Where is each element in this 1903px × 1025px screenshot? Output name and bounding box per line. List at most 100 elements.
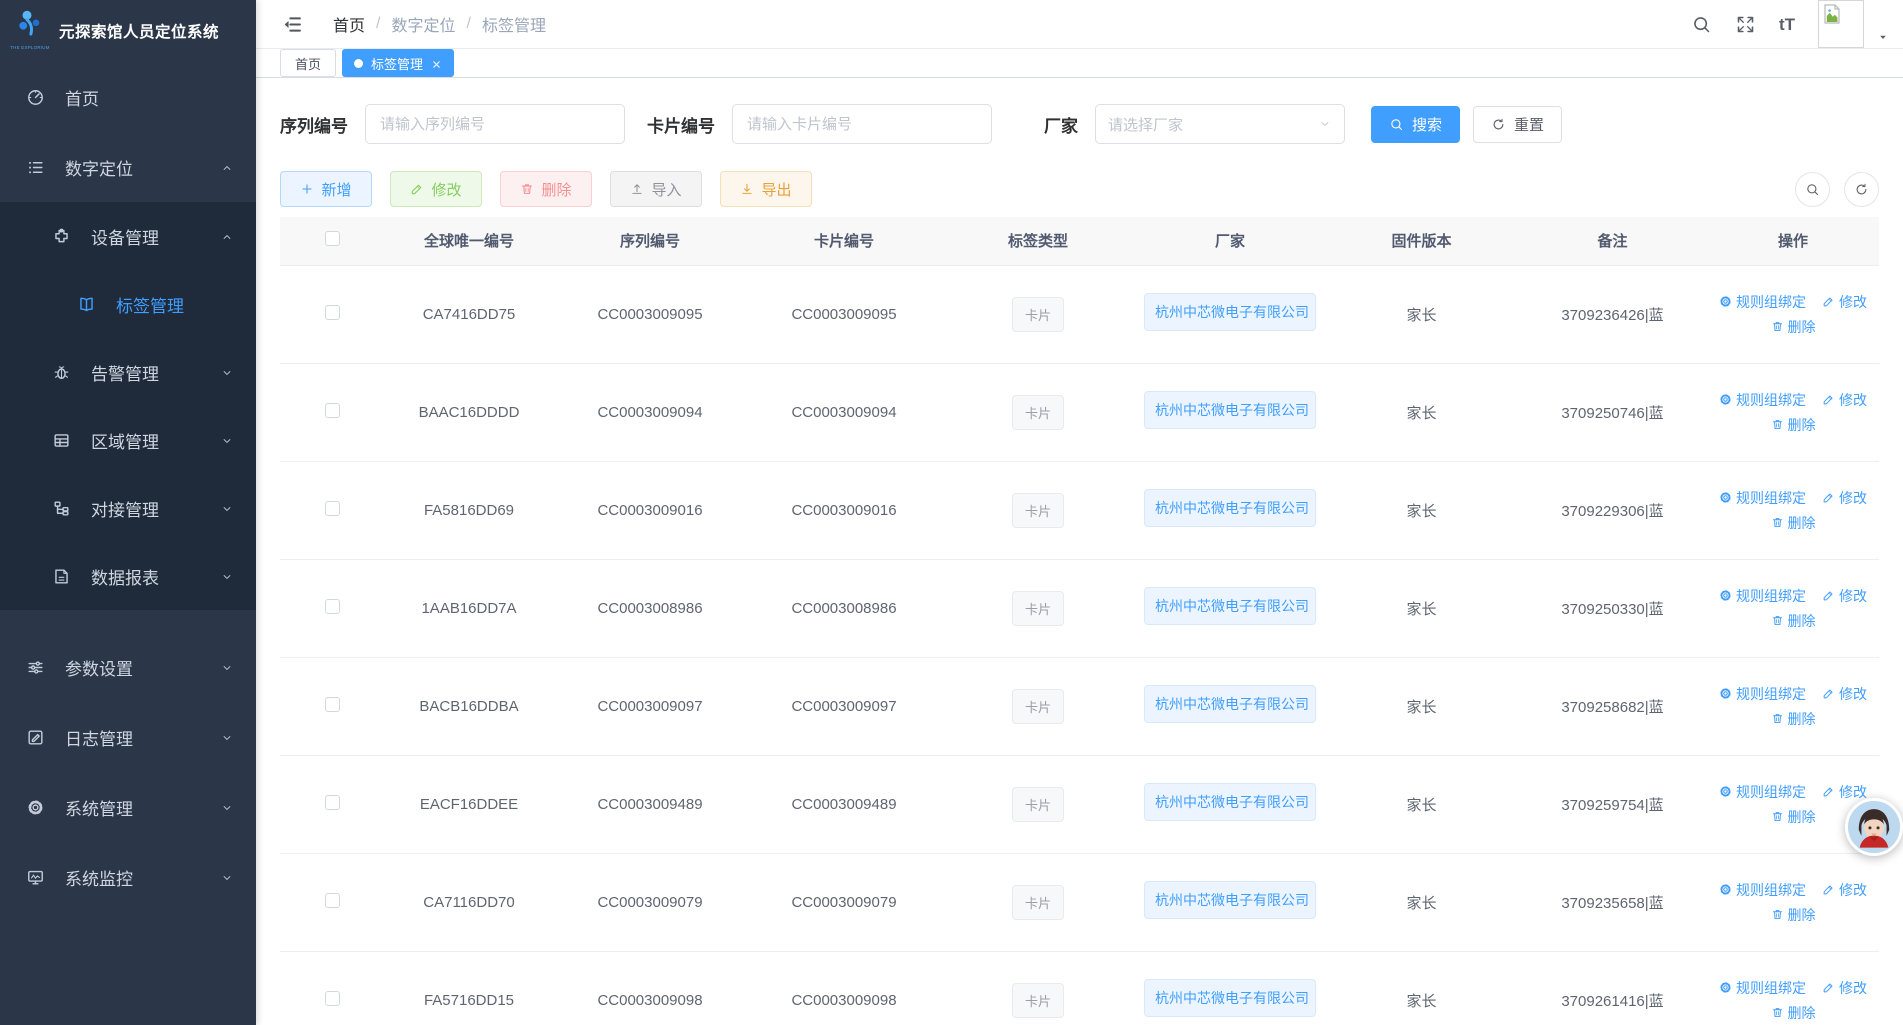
row-delete-link[interactable]: 删除 (1771, 513, 1816, 533)
user-avatar[interactable] (1818, 0, 1864, 48)
row-actions: 规则组绑定修改删除 (1707, 488, 1879, 533)
cell-serial: CC0003008986 (553, 559, 747, 657)
rule-icon (1719, 785, 1732, 798)
sidebar-item-data-report[interactable]: 数据报表 (0, 542, 256, 610)
table-row: EACF16DDEECC0003009489CC0003009489卡片杭州中芯… (280, 755, 1879, 853)
rule-group-bind-link[interactable]: 规则组绑定 (1719, 586, 1806, 606)
tab-close-icon[interactable] (431, 58, 442, 69)
serial-input[interactable] (365, 104, 625, 144)
row-delete-link[interactable]: 删除 (1771, 415, 1816, 435)
row-delete-link[interactable]: 删除 (1771, 709, 1816, 729)
export-button[interactable]: 导出 (720, 171, 812, 207)
sidebar-item-home[interactable]: 首页 (0, 62, 256, 132)
sidebar-item-label: 数字定位 (65, 155, 133, 180)
row-checkbox[interactable] (325, 501, 340, 516)
assistant-avatar-widget[interactable] (1845, 798, 1903, 856)
tab-tag-management[interactable]: 标签管理 (342, 49, 454, 77)
row-delete-link[interactable]: 删除 (1771, 317, 1816, 337)
edit-button[interactable]: 修改 (390, 171, 482, 207)
sidebar-item-device-management[interactable]: 设备管理 (0, 202, 256, 270)
row-edit-link[interactable]: 修改 (1822, 978, 1867, 998)
sidebar-item-digital-positioning[interactable]: 数字定位 (0, 132, 256, 202)
row-edit-link[interactable]: 修改 (1822, 880, 1867, 900)
row-checkbox[interactable] (325, 697, 340, 712)
row-checkbox[interactable] (325, 305, 340, 320)
sidebar-item-docking-management[interactable]: 对接管理 (0, 474, 256, 542)
vendor-link[interactable]: 杭州中芯微电子有限公司 (1144, 783, 1316, 821)
sidebar-item-tag-management[interactable]: 标签管理 (0, 270, 256, 338)
sidebar-item-system-monitor[interactable]: 系统监控 (0, 842, 256, 912)
tag-type-badge: 卡片 (1012, 983, 1064, 1018)
row-delete-link[interactable]: 删除 (1771, 1003, 1816, 1023)
tag-type-badge: 卡片 (1012, 787, 1064, 822)
vendor-link[interactable]: 杭州中芯微电子有限公司 (1144, 979, 1316, 1017)
row-edit-link[interactable]: 修改 (1822, 292, 1867, 312)
row-delete-link[interactable]: 删除 (1771, 905, 1816, 925)
user-menu-caret-icon[interactable] (1877, 30, 1889, 42)
vendor-link[interactable]: 杭州中芯微电子有限公司 (1144, 489, 1316, 527)
fullscreen-button[interactable] (1735, 14, 1756, 35)
row-delete-link[interactable]: 删除 (1771, 611, 1816, 631)
row-checkbox[interactable] (325, 893, 340, 908)
vendor-link[interactable]: 杭州中芯微电子有限公司 (1144, 293, 1316, 331)
row-edit-link[interactable]: 修改 (1822, 586, 1867, 606)
rule-group-bind-link[interactable]: 规则组绑定 (1719, 488, 1806, 508)
table-refresh-button[interactable] (1844, 172, 1879, 207)
sidebar-item-alarm-management[interactable]: 告警管理 (0, 338, 256, 406)
list-icon (26, 158, 45, 177)
tag-type-badge: 卡片 (1012, 493, 1064, 528)
breadcrumb: 首页/数字定位/标签管理 (333, 12, 546, 36)
trash-icon (1771, 712, 1784, 725)
add-button[interactable]: 新增 (280, 171, 372, 207)
select-all-checkbox[interactable] (325, 231, 340, 246)
rule-group-bind-link[interactable]: 规则组绑定 (1719, 684, 1806, 704)
sidebar-collapse-toggle[interactable] (282, 14, 303, 35)
cell-remark: 3709250746|蓝 (1518, 363, 1707, 461)
row-edit-link[interactable]: 修改 (1822, 782, 1867, 802)
rule-group-bind-link[interactable]: 规则组绑定 (1719, 880, 1806, 900)
cell-firmware: 家长 (1325, 755, 1518, 853)
tab-home[interactable]: 首页 (280, 49, 336, 77)
row-checkbox[interactable] (325, 795, 340, 810)
vendor-link[interactable]: 杭州中芯微电子有限公司 (1144, 587, 1316, 625)
font-size-button[interactable]: tT (1779, 16, 1795, 33)
breadcrumb-item[interactable]: 首页 (333, 12, 365, 36)
rule-group-bind-link[interactable]: 规则组绑定 (1719, 978, 1806, 998)
sidebar-item-label: 系统监控 (65, 865, 133, 890)
vendor-select[interactable]: 请选择厂家 (1095, 104, 1345, 144)
toolbar-buttons: 新增修改删除导入导出 (280, 171, 812, 207)
row-delete-link[interactable]: 删除 (1771, 807, 1816, 827)
sidebar-item-log-management[interactable]: 日志管理 (0, 702, 256, 772)
sidebar-item-system-management[interactable]: 系统管理 (0, 772, 256, 842)
card-input[interactable] (732, 104, 992, 144)
row-edit-link[interactable]: 修改 (1822, 488, 1867, 508)
row-checkbox[interactable] (325, 599, 340, 614)
delete-button[interactable]: 删除 (500, 171, 592, 207)
header-search-button[interactable] (1691, 14, 1712, 35)
search-button[interactable]: 搜索 (1371, 106, 1460, 143)
vendor-link[interactable]: 杭州中芯微电子有限公司 (1144, 391, 1316, 429)
cell-card: CC0003009489 (747, 755, 941, 853)
rule-group-bind-link[interactable]: 规则组绑定 (1719, 390, 1806, 410)
row-edit-link[interactable]: 修改 (1822, 684, 1867, 704)
breadcrumb-item[interactable]: 数字定位 (391, 12, 455, 36)
sliders-icon (26, 658, 45, 677)
tag-type-badge: 卡片 (1012, 395, 1064, 430)
cell-serial: CC0003009098 (553, 951, 747, 1025)
vendor-link[interactable]: 杭州中芯微电子有限公司 (1144, 685, 1316, 723)
rule-group-bind-link[interactable]: 规则组绑定 (1719, 292, 1806, 312)
sidebar-item-area-management[interactable]: 区域管理 (0, 406, 256, 474)
sidebar-item-parameter-settings[interactable]: 参数设置 (0, 632, 256, 702)
row-checkbox[interactable] (325, 403, 340, 418)
pencil-icon (1822, 491, 1835, 504)
reset-button[interactable]: 重置 (1473, 106, 1562, 143)
table-search-toggle-button[interactable] (1795, 172, 1830, 207)
chev-down-icon (220, 800, 234, 814)
vendor-link[interactable]: 杭州中芯微电子有限公司 (1144, 881, 1316, 919)
cell-firmware: 家长 (1325, 853, 1518, 951)
import-button[interactable]: 导入 (610, 171, 702, 207)
rule-group-bind-link[interactable]: 规则组绑定 (1719, 782, 1806, 802)
row-checkbox[interactable] (325, 991, 340, 1006)
sidebar-item-label: 设备管理 (91, 224, 159, 249)
row-edit-link[interactable]: 修改 (1822, 390, 1867, 410)
